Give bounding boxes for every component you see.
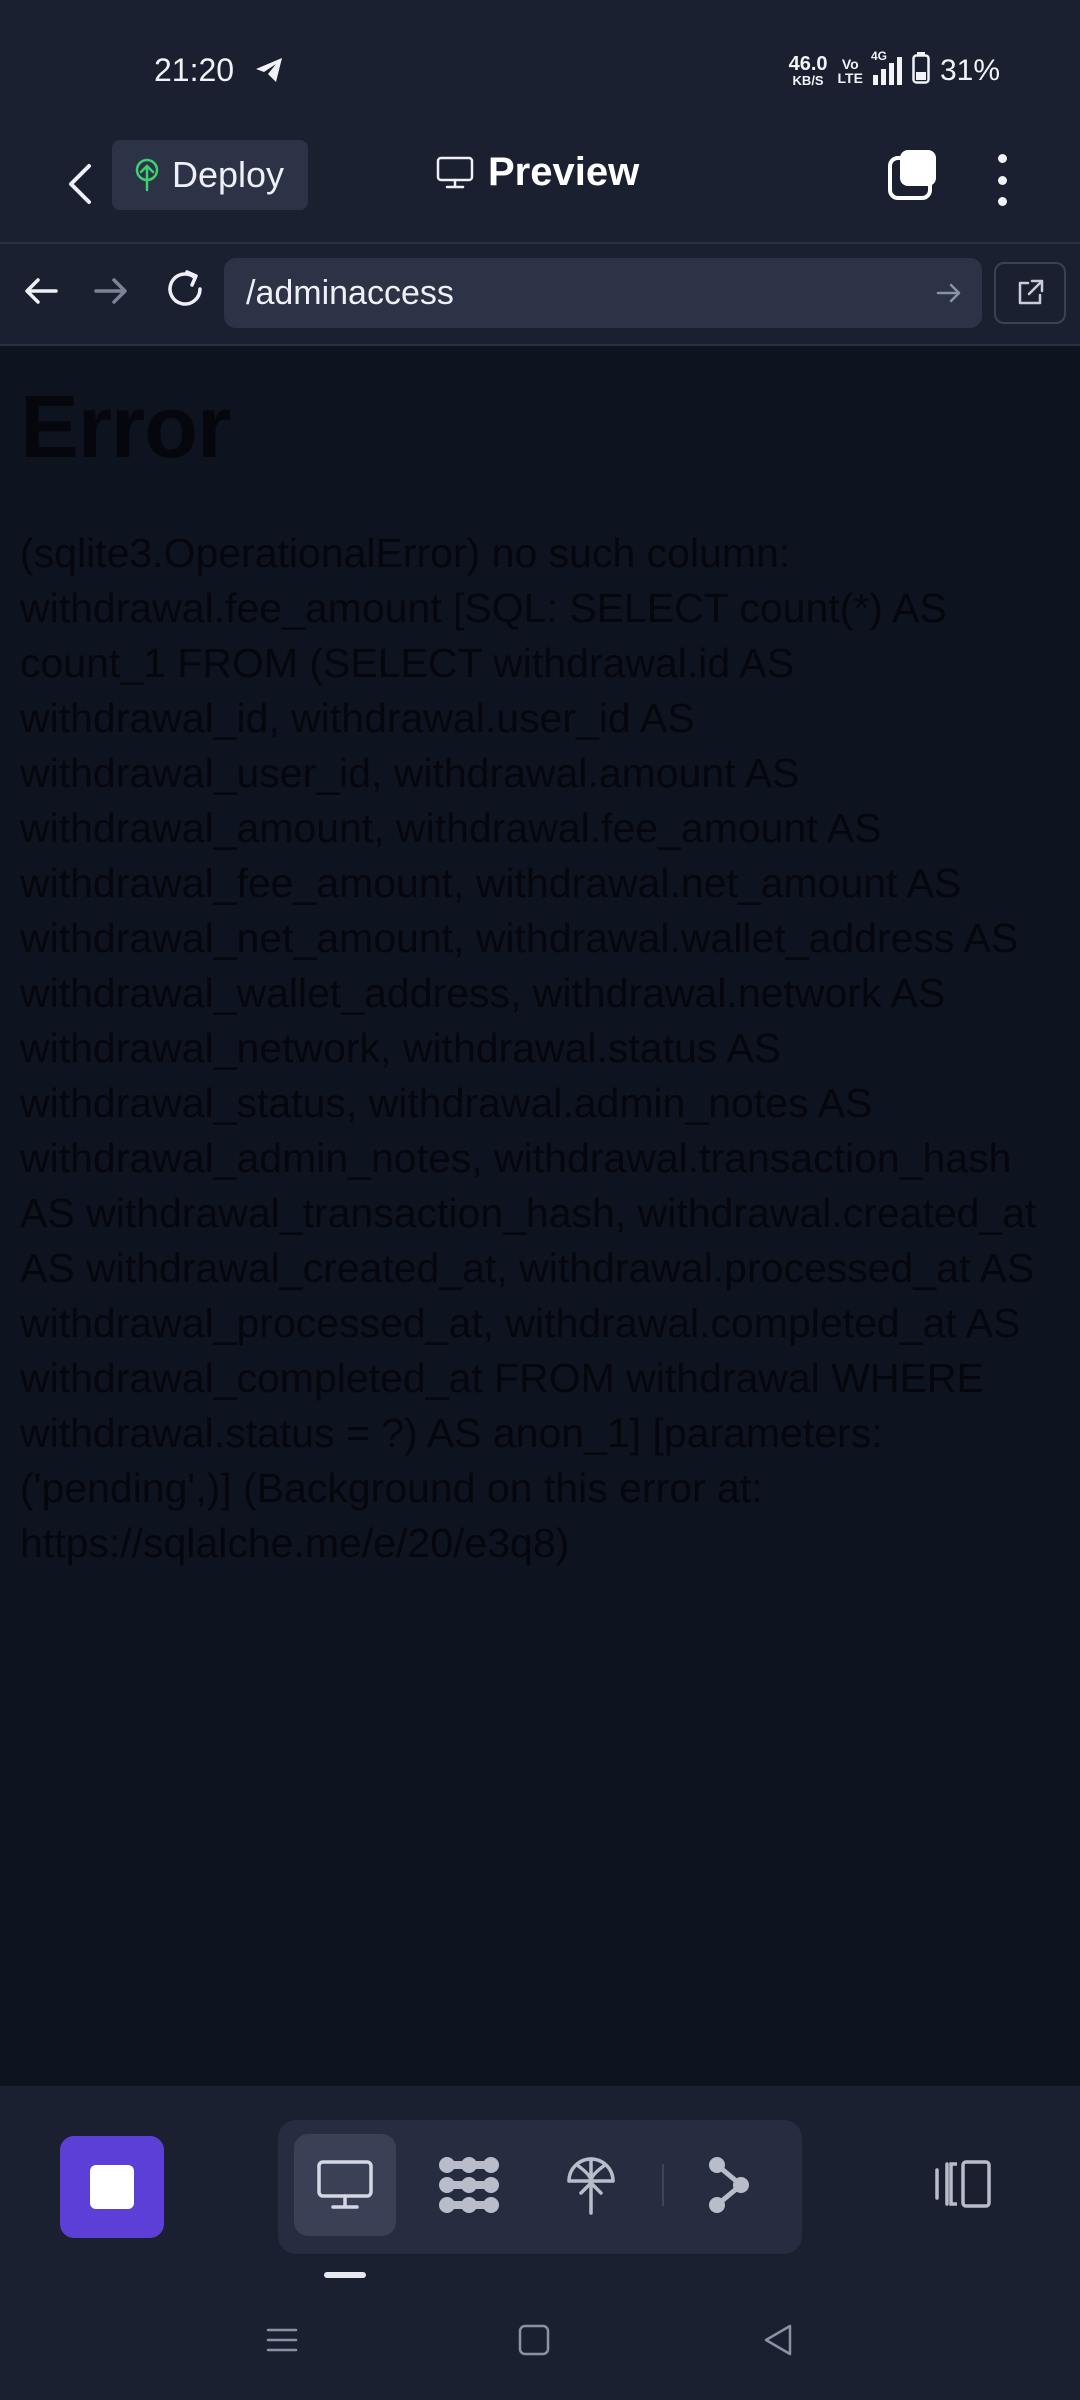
monitor-icon <box>436 156 474 188</box>
triangle-back-icon <box>764 2324 792 2356</box>
arrow-left-icon <box>25 278 58 304</box>
system-back-button[interactable] <box>756 2318 800 2362</box>
panel-icon <box>935 2160 991 2208</box>
error-message: (sqlite3.OperationalError) no such colum… <box>20 530 1037 1566</box>
open-external-button[interactable] <box>994 262 1066 324</box>
browser-toolbar: /adminaccess <box>0 244 1080 344</box>
menu-icon <box>266 2328 298 2352</box>
home-button[interactable] <box>512 2318 556 2362</box>
panel-toggle-button[interactable] <box>924 2144 1004 2224</box>
deploy-view-button[interactable] <box>540 2134 642 2236</box>
tabs-button[interactable] <box>884 148 940 204</box>
tabs-icon <box>888 150 936 200</box>
bottom-toolbar <box>0 2086 1080 2290</box>
reload-icon <box>168 270 202 306</box>
back-button[interactable] <box>50 154 110 214</box>
web-content: Error (sqlite3.OperationalError) no such… <box>0 346 1080 2086</box>
battery-icon <box>912 52 930 89</box>
preview-title: Preview <box>436 150 639 195</box>
system-navigation-bar <box>0 2290 1080 2400</box>
browser-back-button[interactable] <box>18 268 64 314</box>
branch-icon <box>709 2157 749 2213</box>
go-arrow-icon <box>936 283 961 303</box>
chevron-left-icon <box>69 164 91 204</box>
error-heading: Error <box>20 377 231 476</box>
active-tab-indicator <box>324 2272 366 2278</box>
browser-forward-button[interactable] <box>88 268 134 314</box>
home-square-icon <box>518 2324 550 2356</box>
volte-indicator: Vo LTE <box>838 57 863 85</box>
external-link-icon <box>1018 279 1044 305</box>
url-text: /adminaccess <box>246 273 454 312</box>
deploy-icon <box>135 158 159 192</box>
battery-percentage: 31% <box>939 53 1000 87</box>
recents-button[interactable] <box>262 2320 302 2360</box>
top-app-bar: Deploy Preview <box>0 130 1080 242</box>
telegram-icon <box>254 56 284 89</box>
more-vert-icon <box>997 154 1007 163</box>
status-bar: 21:20 46.0 KB/S Vo LTE 4G 31% <box>0 0 1080 130</box>
stop-icon <box>90 2165 134 2209</box>
volte-bottom: LTE <box>837 69 863 86</box>
more-options-button[interactable] <box>984 150 1020 210</box>
stop-button[interactable] <box>60 2136 164 2238</box>
deploy-label: Deploy <box>172 154 285 195</box>
separator <box>662 2164 664 2206</box>
view-switcher <box>278 2120 802 2254</box>
volte-top: Vo <box>841 55 859 72</box>
nodes-icon <box>439 2157 499 2213</box>
net-speed-value: 46.0 <box>788 53 828 75</box>
page-title: Preview <box>488 150 640 194</box>
arrow-right-icon <box>94 278 127 304</box>
deploy-icon <box>567 2157 615 2215</box>
net-speed: 46.0 KB/S <box>789 54 828 87</box>
deploy-button[interactable]: Deploy <box>112 140 308 210</box>
desktop-icon <box>317 2160 373 2209</box>
desktop-view-button[interactable] <box>294 2134 396 2236</box>
net-speed-unit: KB/S <box>792 73 824 88</box>
url-field[interactable]: /adminaccess <box>224 258 982 328</box>
nodes-view-button[interactable] <box>418 2134 520 2236</box>
reload-button[interactable] <box>160 264 210 314</box>
branch-view-button[interactable] <box>678 2134 780 2236</box>
status-indicators: 46.0 KB/S Vo LTE 4G 31% <box>789 49 1000 89</box>
signal-icon: 4G <box>871 49 902 85</box>
status-time: 21:20 <box>154 52 235 88</box>
network-type: 4G <box>870 48 887 63</box>
